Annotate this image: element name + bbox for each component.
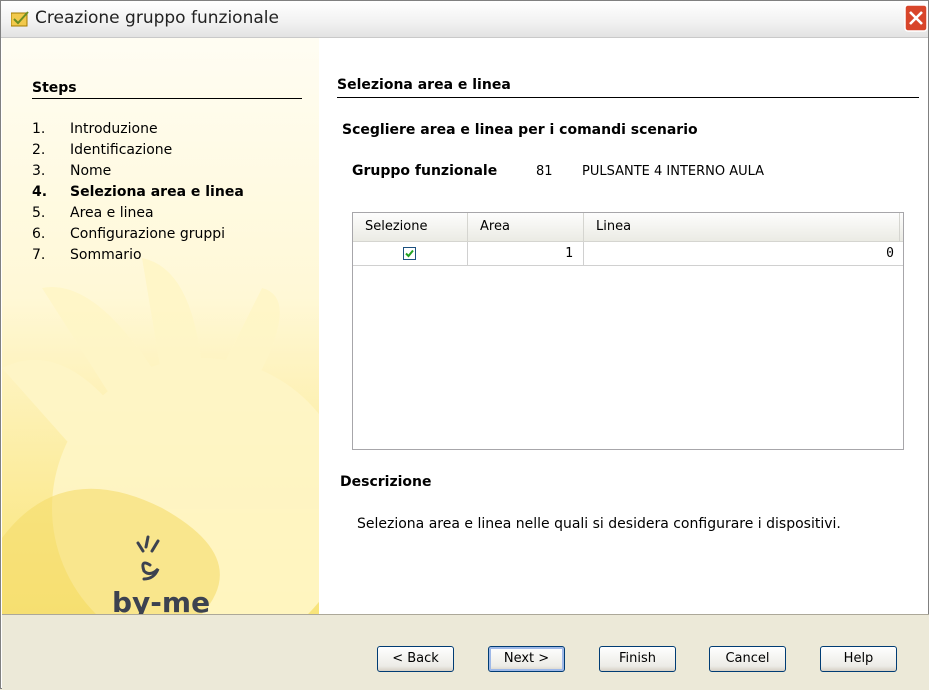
finish-button[interactable]: Finish xyxy=(599,646,676,672)
wizard-window: Creazione gruppo funzionale Steps 1. Intr… xyxy=(0,0,929,690)
steps-sidebar: Steps 1. Introduzione 2. Identificazione 3. N… xyxy=(2,38,319,614)
cancel-button[interactable]: Cancel xyxy=(709,646,786,672)
step-item: 6. Configurazione gruppi xyxy=(32,224,244,245)
cell-linea[interactable]: 0 xyxy=(584,242,902,265)
steps-divider xyxy=(32,98,302,99)
step-label: Nome xyxy=(70,163,112,179)
table-row[interactable]: 1 0 xyxy=(353,242,903,266)
step-number: 3. xyxy=(32,163,46,179)
section-subtitle: Scegliere area e linea per i comandi sce… xyxy=(342,122,698,138)
title-bar: Creazione gruppo funzionale xyxy=(1,1,928,38)
steps-title: Steps xyxy=(32,80,77,96)
group-name: PULSANTE 4 INTERNO AULA xyxy=(582,164,765,179)
column-header-area[interactable]: Area xyxy=(468,213,584,241)
byme-logo-text: by-me xyxy=(112,586,211,614)
window-title: Creazione gruppo funzionale xyxy=(35,8,279,28)
section-divider xyxy=(337,97,919,98)
step-item: 5. Area e linea xyxy=(32,203,244,224)
cell-selezione xyxy=(353,242,468,265)
app-icon xyxy=(11,11,29,27)
table-header: Selezione Area Linea xyxy=(353,213,903,242)
description-title: Descrizione xyxy=(340,474,432,490)
selection-checkbox[interactable] xyxy=(403,247,416,260)
step-number: 2. xyxy=(32,142,46,158)
group-number: 81 xyxy=(536,164,553,179)
close-icon[interactable] xyxy=(902,1,928,35)
section-title: Seleziona area e linea xyxy=(337,77,511,93)
step-label: Area e linea xyxy=(70,205,154,221)
step-label: Introduzione xyxy=(70,121,158,137)
help-button[interactable]: Help xyxy=(820,646,897,672)
step-item: 7. Sommario xyxy=(32,245,244,266)
column-header-selezione[interactable]: Selezione xyxy=(353,213,468,241)
step-item: 4. Seleziona area e linea xyxy=(32,182,244,203)
steps-list: 1. Introduzione 2. Identificazione 3. Nome 4. S… xyxy=(32,119,244,266)
cell-area[interactable]: 1 xyxy=(468,242,584,265)
step-number: 5. xyxy=(32,205,46,221)
step-number: 7. xyxy=(32,247,46,263)
next-button[interactable]: Next > xyxy=(488,646,565,672)
column-header-linea[interactable]: Linea xyxy=(584,213,900,241)
step-item: 2. Identificazione xyxy=(32,140,244,161)
step-label: Configurazione gruppi xyxy=(70,226,226,242)
step-item: 3. Nome xyxy=(32,161,244,182)
back-button[interactable]: < Back xyxy=(377,646,454,672)
step-label: Seleziona area e linea xyxy=(70,184,244,200)
step-item: 1. Introduzione xyxy=(32,119,244,140)
step-label: Identificazione xyxy=(70,142,173,158)
group-label: Gruppo funzionale xyxy=(352,163,498,179)
step-number: 6. xyxy=(32,226,46,242)
step-label: Sommario xyxy=(70,247,142,263)
button-bar: < Back Next > Finish Cancel Help xyxy=(2,614,929,690)
step-number: 4. xyxy=(32,184,48,200)
step-number: 1. xyxy=(32,121,46,137)
description-text: Seleziona area e linea nelle quali si de… xyxy=(357,516,841,532)
area-line-table: Selezione Area Linea 1 0 xyxy=(352,212,904,450)
byme-logo-icon xyxy=(136,535,160,581)
